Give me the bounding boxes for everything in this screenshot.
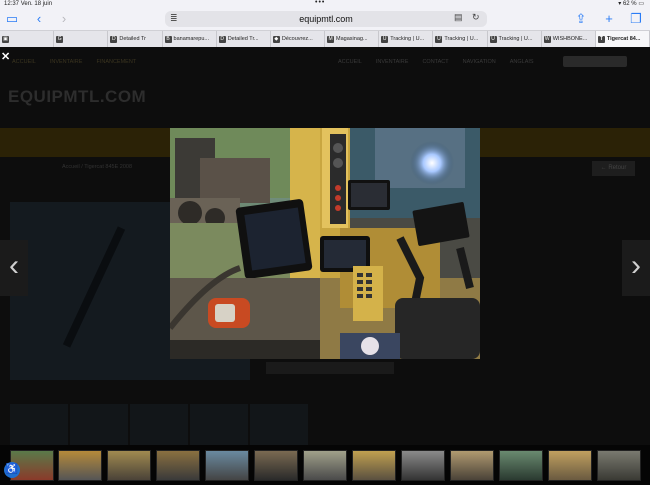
thumbnail-strip <box>0 445 650 485</box>
lightbox-image[interactable] <box>170 128 480 359</box>
page-overlay: ✕ ACCUEIL INVENTAIRE FINANCEMENT ACCUEIL… <box>0 47 650 485</box>
browser-tab[interactable]: U Tracking | U... <box>433 31 488 47</box>
status-date: Ven. 18 juin <box>20 1 53 7</box>
back-icon[interactable]: ‹ <box>31 10 47 28</box>
close-icon[interactable]: ✕ <box>1 50 10 63</box>
tab-label: Tracking | U... <box>390 35 425 42</box>
tab-favicon-icon: G <box>56 35 64 43</box>
cab-interior-photo <box>170 128 480 359</box>
listing-thumb[interactable] <box>10 404 68 446</box>
tab-bar: ▣ G D Detailed Tr Bbanamarepu... D Detailed Tr… <box>0 30 650 47</box>
nav-item[interactable]: ANGLAIS <box>510 59 534 65</box>
site-search-input[interactable] <box>563 56 627 67</box>
strip-thumb[interactable] <box>548 450 592 481</box>
listing-thumb[interactable] <box>70 404 128 446</box>
listing-caption <box>266 362 394 374</box>
chevron-right-icon: › <box>631 249 641 282</box>
strip-thumb[interactable] <box>450 450 494 481</box>
strip-thumb[interactable] <box>499 450 543 481</box>
strip-thumb[interactable] <box>597 450 641 481</box>
reload-icon[interactable]: ↻ <box>472 12 480 23</box>
site-nav-left: ACCUEIL INVENTAIRE FINANCEMENT <box>12 59 136 65</box>
browser-tab[interactable]: U Tracking | U... <box>379 31 434 47</box>
tabs-overview-icon[interactable]: ❐ <box>628 10 644 28</box>
tab-favicon-icon: B <box>164 35 172 43</box>
status-bar: 12:37 Ven. 18 juin ••• ▾ 62 % ▭ <box>0 0 650 8</box>
battery-level: 62 % <box>622 1 637 7</box>
strip-thumb[interactable] <box>58 450 102 481</box>
browser-tab[interactable]: U Tracking | U... <box>488 31 542 47</box>
tab-label: WISHBONE... <box>552 35 588 42</box>
nav-item[interactable]: FINANCEMENT <box>96 59 136 65</box>
strip-thumb[interactable] <box>156 450 200 481</box>
tab-label: Magasinag... <box>336 35 368 42</box>
share-icon[interactable]: ⇪ <box>573 10 589 28</box>
nav-item[interactable]: CONTACT <box>422 59 448 65</box>
url-text: equipmtl.com <box>299 14 353 24</box>
browser-tab[interactable]: D Detailed Tr <box>108 31 163 47</box>
strip-thumb[interactable] <box>107 450 151 481</box>
tab-favicon-icon: ◆ <box>272 35 280 43</box>
previous-image-button[interactable]: ‹ <box>0 240 28 296</box>
nav-item[interactable]: INVENTAIRE <box>50 59 83 65</box>
tab-label: Tigercat 84... <box>606 35 641 42</box>
tab-favicon-icon: U <box>435 35 443 43</box>
breadcrumb[interactable]: Accueil / Tigercat 845E 2008 <box>62 164 132 170</box>
tab-favicon-icon: W <box>543 35 551 43</box>
tab-favicon-icon: T <box>597 35 605 43</box>
back-label: Retour <box>608 165 627 171</box>
sidebar-icon[interactable]: ▭ <box>4 10 20 28</box>
listing-thumb[interactable] <box>130 404 188 446</box>
listing-thumb[interactable] <box>250 404 308 446</box>
browser-tab[interactable]: D Detailed Tr... <box>217 31 271 47</box>
tab-label: Découvrez... <box>281 35 313 42</box>
nav-item[interactable]: INVENTAIRE <box>376 59 409 65</box>
status-time: 12:37 <box>4 1 20 7</box>
browser-tab[interactable]: Bbanamarepu... <box>163 31 217 47</box>
strip-thumb[interactable] <box>205 450 249 481</box>
new-tab-icon[interactable]: + <box>601 10 617 28</box>
listing-thumbnails <box>10 404 308 446</box>
site-nav-right: ACCUEIL INVENTAIRE CONTACT NAVIGATION AN… <box>338 59 534 65</box>
multitask-dots-icon[interactable]: ••• <box>315 0 325 7</box>
next-image-button[interactable]: › <box>622 240 650 296</box>
strip-thumb[interactable] <box>254 450 298 481</box>
tab-favicon-icon: D <box>110 35 118 43</box>
tab-favicon-icon: U <box>381 35 389 43</box>
site-logo[interactable]: EQUIPMTL.COM <box>8 87 146 107</box>
nav-item[interactable]: ACCUEIL <box>338 59 362 65</box>
listing-thumb[interactable] <box>190 404 248 446</box>
tab-favicon-icon: U <box>489 35 497 43</box>
nav-item[interactable]: NAVIGATION <box>463 59 496 65</box>
strip-thumb[interactable] <box>401 450 445 481</box>
strip-thumb[interactable] <box>303 450 347 481</box>
browser-tab[interactable]: G <box>54 31 109 47</box>
tab-favicon-icon: ▣ <box>2 35 9 43</box>
browser-toolbar: ▭ ‹ › ≣ equipmtl.com ▤ ↻ ⇪ + ❐ <box>0 8 650 30</box>
browser-tab[interactable]: M Magasinag... <box>325 31 380 47</box>
tab-favicon-icon: D <box>218 35 226 43</box>
chevron-left-icon: ‹ <box>9 249 19 282</box>
address-bar[interactable]: ≣ equipmtl.com ▤ ↻ <box>165 11 487 27</box>
tab-favicon-icon: M <box>327 35 335 43</box>
forward-icon[interactable]: › <box>56 10 72 28</box>
browser-tab[interactable]: T Tigercat 84... <box>595 31 650 47</box>
reader-icon[interactable]: ▤ <box>454 12 463 23</box>
back-button[interactable]: ← Retour <box>592 161 635 176</box>
tab-label: Tracking | U... <box>444 35 479 42</box>
tab-label: banamarepu... <box>173 35 209 42</box>
nav-item[interactable]: ACCUEIL <box>12 59 36 65</box>
accessibility-icon[interactable]: ♿ <box>4 462 20 478</box>
browser-tab[interactable]: ◆ Découvrez... <box>271 31 326 47</box>
browser-tab[interactable]: W WISHBONE... <box>542 31 596 47</box>
tab-label: Tracking | U... <box>498 35 533 42</box>
strip-thumb[interactable] <box>352 450 396 481</box>
browser-tab[interactable]: ▣ <box>0 31 55 47</box>
tab-label: Detailed Tr <box>119 35 146 42</box>
tab-label: Detailed Tr... <box>227 35 259 42</box>
